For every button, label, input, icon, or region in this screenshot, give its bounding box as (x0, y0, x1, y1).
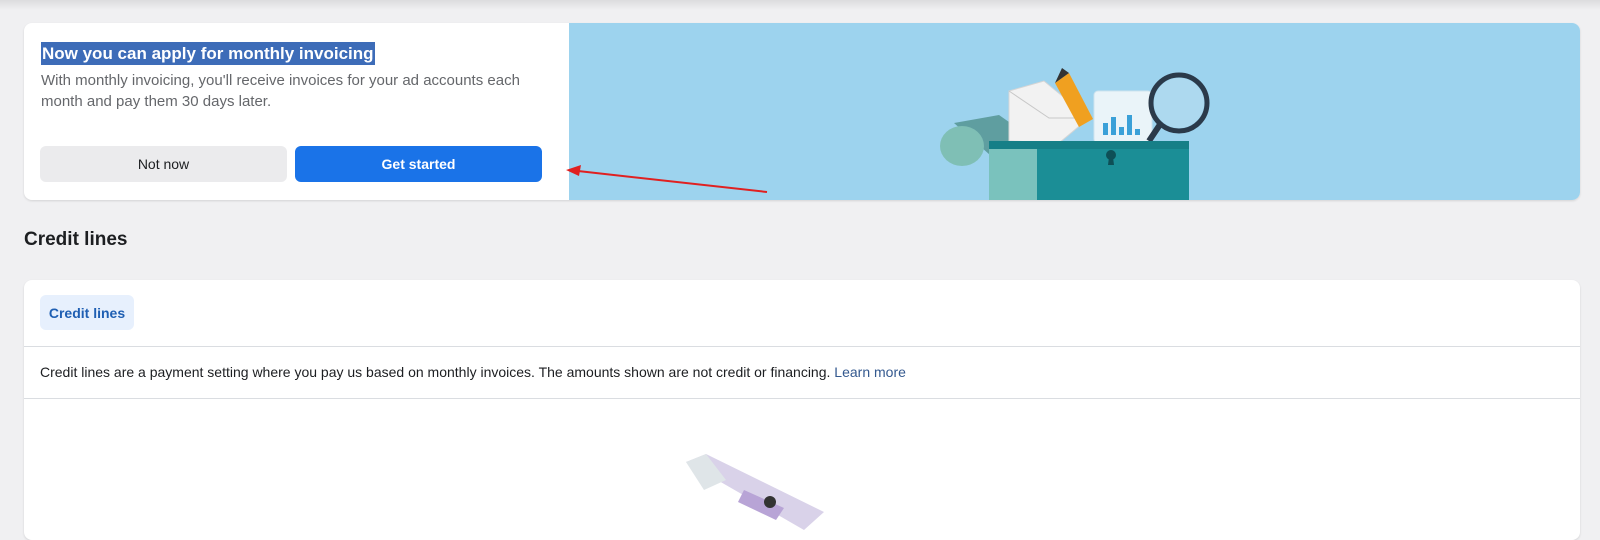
top-shadow (0, 0, 1600, 10)
credit-lines-info: Credit lines are a payment setting where… (40, 364, 906, 380)
divider (24, 398, 1580, 399)
banner-title: Now you can apply for monthly invoicing (41, 42, 375, 65)
banner-description: With monthly invoicing, you'll receive i… (41, 72, 520, 110)
credit-card-illustration (686, 454, 824, 530)
not-now-button[interactable]: Not now (40, 146, 287, 182)
get-started-button[interactable]: Get started (295, 146, 542, 182)
divider (24, 346, 1580, 347)
credit-lines-card: Credit lines Credit lines are a payment … (24, 280, 1580, 540)
credit-lines-heading: Credit lines (24, 229, 128, 250)
annotation-arrow (566, 165, 768, 193)
credit-lines-info-text: Credit lines are a payment setting where… (40, 364, 831, 380)
invoicing-banner: Now you can apply for monthly invoicing … (24, 23, 1580, 200)
learn-more-link[interactable]: Learn more (834, 364, 906, 380)
banner-content: Now you can apply for monthly invoicing … (24, 23, 569, 200)
tab-credit-lines[interactable]: Credit lines (40, 295, 134, 330)
